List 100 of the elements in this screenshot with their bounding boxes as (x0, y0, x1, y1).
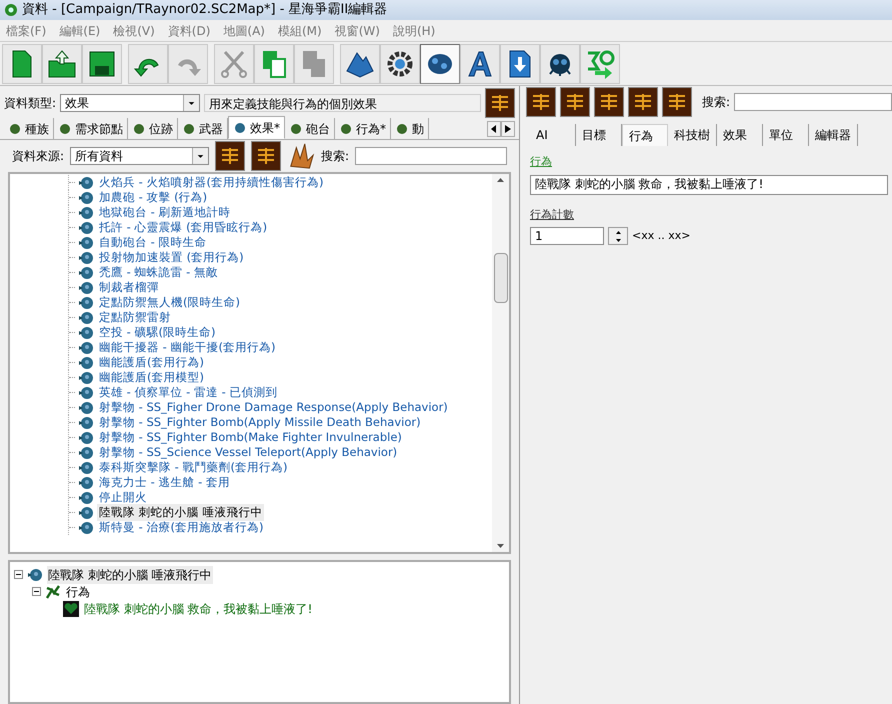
creature-icon (78, 176, 94, 190)
tab-icon (132, 122, 146, 136)
collapse-toggle[interactable] (32, 587, 41, 596)
creature-icon (78, 460, 94, 474)
creature-icon (78, 506, 94, 520)
tab[interactable]: 效果* (228, 116, 285, 139)
up-arrow-icon (616, 230, 620, 234)
tab[interactable]: 行為* (335, 118, 391, 139)
scissors-icon (219, 48, 249, 78)
menu-item[interactable]: 說明(H) (392, 22, 436, 40)
tab[interactable]: 需求節點 (54, 118, 128, 139)
field-label: 行為 (530, 154, 553, 170)
toolbar-button[interactable] (2, 44, 42, 84)
tree-item[interactable]: 行為 (65, 582, 91, 600)
tree-item[interactable]: 陸戰隊 刺蛇的小腦 救命，我被黏上唾液了! (83, 600, 314, 618)
creature-icon (78, 370, 94, 384)
tab[interactable]: AI (530, 124, 576, 146)
tab-icon (289, 122, 303, 136)
tab[interactable]: 編輯器 (809, 124, 858, 146)
scroll-right-button[interactable] (501, 121, 515, 137)
menu-item[interactable]: 檔案(F) (6, 22, 46, 40)
toolbar-button[interactable] (128, 44, 168, 84)
toolbar-button[interactable] (460, 44, 500, 84)
toolbar-button[interactable] (662, 87, 692, 117)
minus-icon (16, 574, 21, 575)
toolbar-button[interactable] (82, 44, 122, 84)
tab[interactable]: 科技樹 (668, 124, 717, 146)
effect-name: 自動砲台 - 限時生命 (98, 234, 208, 251)
creature-icon (78, 340, 94, 354)
count-field[interactable]: 1 (530, 227, 604, 245)
menu-item[interactable]: 模組(M) (278, 22, 322, 40)
gear-icon (385, 48, 415, 78)
tab-icon (58, 122, 72, 136)
effect-name: 斯特曼 - 治療(套用施放者行為) (98, 518, 264, 536)
search-label: 搜索: (702, 94, 730, 111)
toolbar-button[interactable] (540, 44, 580, 84)
effect-name: 海克力士 - 逃生艙 - 套用 (98, 474, 231, 491)
toolbar-button[interactable] (560, 87, 590, 117)
search-field[interactable] (734, 93, 892, 111)
menu-item[interactable]: 檢視(V) (113, 22, 155, 40)
menu-item[interactable]: 編輯(E) (59, 22, 100, 40)
toolbar-button[interactable] (628, 87, 658, 117)
toolbar-button[interactable] (420, 44, 460, 84)
count-range: <xx .. xx> (632, 228, 690, 244)
creature-icon (78, 476, 94, 490)
arrow-logo-icon (585, 48, 615, 78)
creature-icon (78, 266, 94, 280)
tab[interactable]: 種族 (4, 118, 54, 139)
tree-item[interactable]: 陸戰隊 刺蛇的小腦 唾液飛行中 (47, 566, 213, 584)
tab[interactable]: 砲台 (285, 118, 335, 139)
collapse-toggle[interactable] (14, 570, 23, 579)
down-arrow-icon (497, 544, 504, 548)
tab-icon (339, 122, 353, 136)
creature-icon (78, 386, 94, 400)
menu-item[interactable]: 資料(D) (168, 22, 210, 40)
list-lines-icon (256, 147, 276, 165)
effect-name: 定點防禦無人機(限時生命) (98, 294, 241, 311)
data-type-description: 用來定義技能與行為的個別效果 (204, 94, 481, 112)
data-source-dropdown[interactable]: 所有資料 (70, 147, 209, 165)
menu-item[interactable]: 地圖(A) (223, 22, 265, 40)
toolbar-button[interactable] (500, 44, 540, 84)
table-view-button[interactable] (250, 141, 281, 171)
effect-list-item[interactable]: 陸戰隊 刺蛇的小腦 唾液飛行中 (68, 505, 492, 520)
tab[interactable]: 單位 (763, 124, 809, 146)
tab[interactable]: 位跡 (128, 118, 178, 139)
app-logo-icon (4, 3, 18, 17)
effect-name: 幽能護盾(套用模型) (98, 368, 205, 386)
vertical-scrollbar[interactable] (492, 174, 509, 552)
scrollbar-thumb[interactable] (494, 253, 508, 303)
creature-icon (78, 190, 94, 204)
heart-icon (63, 600, 79, 616)
behavior-field[interactable]: 陸戰隊 刺蛇的小腦 救命，我被黏上唾液了! (530, 174, 888, 194)
menu-item[interactable]: 視窗(W) (334, 22, 380, 40)
toolbar-button[interactable] (594, 87, 624, 117)
creature-icon (78, 326, 94, 340)
number-list-button[interactable] (485, 88, 515, 118)
toolbar-button[interactable] (380, 44, 420, 84)
data-type-dropdown[interactable]: 效果 (60, 94, 200, 112)
effect-name: 射擊物 - SS_Fighter Bomb(Apply Missile Death Behavior) (98, 414, 422, 431)
search-field[interactable] (355, 147, 507, 165)
down-arrow-icon (616, 238, 620, 242)
creature-icon (78, 520, 94, 534)
spinner-control[interactable] (608, 227, 628, 245)
effect-name: 制裁者榴彈 (98, 278, 160, 296)
toolbar-button[interactable] (42, 44, 82, 84)
right-arrow-icon (505, 125, 511, 133)
tree-view-button[interactable] (214, 141, 245, 171)
tab[interactable]: 行為 (622, 124, 668, 146)
window-title: 資料 - [Campaign/TRaynor02.SC2Map*] - 星海爭霸II編輯器 (22, 1, 388, 20)
effect-name: 幽能干擾器 - 幽能干擾(套用行為) (98, 338, 276, 356)
effect-name: 停止開火 (98, 488, 148, 506)
effect-name: 陸戰隊 刺蛇的小腦 唾液飛行中 (97, 504, 264, 522)
tab[interactable]: 動 (391, 118, 429, 139)
effect-name: 射擊物 - SS_Fighter Bomb(Make Fighter Invulnerable) (98, 429, 403, 446)
toolbar-button[interactable] (340, 44, 380, 84)
tab-icon (395, 122, 409, 136)
folder-icon (47, 48, 77, 78)
toolbar-button[interactable] (526, 87, 556, 117)
tab[interactable]: 效果 (717, 124, 763, 146)
scroll-left-button[interactable] (487, 121, 501, 137)
